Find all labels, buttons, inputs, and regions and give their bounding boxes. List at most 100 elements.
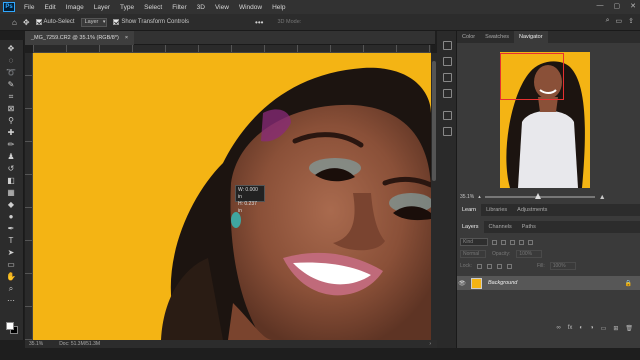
menu-filter[interactable]: Filter [167, 4, 191, 11]
filter-smart-object-icon[interactable] [528, 239, 533, 245]
filter-shape-icon[interactable] [519, 239, 524, 245]
scrollbar-thumb[interactable] [432, 61, 436, 181]
type-tool-icon[interactable]: T [6, 236, 16, 246]
marquee-tool-icon[interactable]: ◌ [6, 56, 16, 66]
new-group-icon[interactable]: ▭ [601, 325, 607, 332]
zoom-in-icon[interactable]: ▲ [599, 194, 606, 201]
visibility-eye-icon[interactable]: 👁 [457, 280, 467, 287]
tab-channels[interactable]: Channels [484, 221, 517, 233]
tab-learn[interactable]: Learn [457, 204, 482, 216]
paragraph-panel-icon[interactable] [443, 89, 452, 98]
blend-mode-dropdown[interactable]: Normal [460, 250, 486, 258]
auto-select-checkbox[interactable]: Auto-Select [35, 19, 75, 25]
pen-tool-icon[interactable]: ✒ [6, 224, 16, 234]
filter-adjustment-icon[interactable] [501, 239, 506, 245]
fill-input[interactable]: 100% [549, 262, 576, 270]
layer-style-icon[interactable]: fx [568, 325, 573, 331]
menu-window[interactable]: Window [234, 4, 267, 11]
move-tool-icon[interactable]: ✥ [23, 18, 30, 27]
shape-tool-icon[interactable]: ▭ [6, 260, 16, 270]
close-window-button[interactable]: ✕ [630, 2, 636, 10]
brush-panel-icon[interactable] [443, 111, 452, 120]
auto-select-target-dropdown[interactable]: Layer [80, 17, 108, 27]
show-transform-checkbox[interactable]: Show Transform Controls [113, 19, 189, 25]
crop-tool-icon[interactable]: ⌗ [6, 92, 16, 102]
lock-position-icon[interactable] [486, 263, 492, 269]
minimize-button[interactable]: — [597, 2, 604, 10]
lock-pixels-icon[interactable] [476, 263, 482, 269]
tab-paths[interactable]: Paths [517, 221, 541, 233]
new-layer-icon[interactable]: ⊞ [613, 325, 618, 332]
search-icon[interactable]: ⌕ [606, 17, 610, 25]
navigator-thumbnail[interactable] [500, 52, 590, 188]
blur-tool-icon[interactable]: ◆ [6, 200, 16, 210]
quick-select-tool-icon[interactable]: ✎ [6, 80, 16, 90]
menu-select[interactable]: Select [139, 4, 167, 11]
layer-row[interactable]: 👁 Background 🔒 [457, 276, 640, 290]
navigator-view-box[interactable] [500, 53, 564, 100]
tab-adjustments[interactable]: Adjustments [512, 204, 552, 216]
path-select-icon[interactable]: ➤ [6, 248, 16, 258]
lock-artboard-icon[interactable] [496, 263, 502, 269]
properties-panel-icon[interactable] [443, 57, 452, 66]
tab-navigator[interactable]: Navigator [514, 31, 548, 43]
layer-kind-filter[interactable]: Kind [460, 238, 488, 246]
menu-file[interactable]: File [19, 4, 39, 11]
tab-swatches[interactable]: Swatches [480, 31, 514, 43]
status-zoom[interactable]: 35.1% [29, 341, 43, 347]
zoom-out-icon[interactable]: ▴ [478, 194, 481, 200]
frame-tool-icon[interactable]: ⊠ [6, 104, 16, 114]
dodge-tool-icon[interactable]: ● [6, 212, 16, 222]
workspace-icon[interactable]: ▭ [616, 17, 623, 25]
more-options-button[interactable]: ••• [255, 18, 263, 27]
edit-toolbar-icon[interactable]: ⋯ [6, 296, 16, 306]
foreground-color-swatch[interactable] [6, 322, 14, 330]
hand-tool-icon[interactable]: ✋ [6, 272, 16, 282]
menu-help[interactable]: Help [267, 4, 290, 11]
tab-color[interactable]: Color [457, 31, 480, 43]
zoom-tool-icon[interactable]: ⌕ [6, 284, 16, 294]
lock-all-icon[interactable] [506, 263, 512, 269]
navigator-zoom-slider[interactable] [484, 193, 595, 199]
add-mask-icon[interactable]: ◐ [579, 325, 583, 331]
link-layers-icon[interactable]: ∞ [556, 325, 560, 331]
filter-type-icon[interactable] [510, 239, 515, 245]
share-icon[interactable]: ⇪ [628, 17, 634, 25]
menu-type[interactable]: Type [115, 4, 139, 11]
close-document-icon[interactable]: × [125, 35, 128, 41]
navigator-zoom-value[interactable]: 35.1% [460, 194, 474, 200]
document-tab[interactable]: _MG_7259.CR2 @ 35.1% (RGB/8*) × [25, 31, 135, 45]
tab-libraries[interactable]: Libraries [481, 204, 512, 216]
menu-3d[interactable]: 3D [192, 4, 210, 11]
opacity-input[interactable]: 100% [516, 250, 543, 258]
gradient-tool-icon[interactable]: ▦ [6, 188, 16, 198]
home-icon[interactable]: ⌂ [12, 18, 17, 27]
clone-stamp-icon[interactable]: ♟ [6, 152, 16, 162]
eraser-tool-icon[interactable]: ◧ [6, 176, 16, 186]
filter-pixel-icon[interactable] [492, 239, 497, 245]
vertical-ruler[interactable] [25, 53, 33, 340]
zoom-slider-knob[interactable] [534, 193, 541, 199]
info-panel-icon[interactable] [443, 127, 452, 136]
healing-brush-icon[interactable]: ✚ [6, 128, 16, 138]
layer-name[interactable]: Background [488, 280, 517, 286]
delete-layer-icon[interactable]: 🗑 [625, 325, 633, 332]
menu-view[interactable]: View [210, 4, 234, 11]
checkbox-box[interactable] [35, 19, 42, 25]
menu-image[interactable]: Image [61, 4, 89, 11]
menu-edit[interactable]: Edit [39, 4, 60, 11]
layer-lock-icon[interactable]: 🔒 [625, 280, 632, 287]
maximize-button[interactable]: ▢ [614, 2, 621, 10]
status-arrow-icon[interactable]: › [429, 341, 431, 347]
adjustment-layer-icon[interactable]: ◑ [590, 325, 594, 331]
document-canvas[interactable]: W: 0.000 in H: 0.237 in [33, 53, 431, 340]
history-brush-icon[interactable]: ↺ [6, 164, 16, 174]
tab-layers[interactable]: Layers [457, 221, 484, 233]
checkbox-box[interactable] [113, 19, 120, 25]
brush-tool-icon[interactable]: ✏ [6, 140, 16, 150]
eyedropper-tool-icon[interactable]: ⚲ [6, 116, 16, 126]
move-tool-icon[interactable]: ✥ [6, 44, 16, 54]
history-panel-icon[interactable] [443, 41, 452, 50]
menu-layer[interactable]: Layer [89, 4, 115, 11]
lasso-tool-icon[interactable]: ➰ [6, 68, 16, 78]
